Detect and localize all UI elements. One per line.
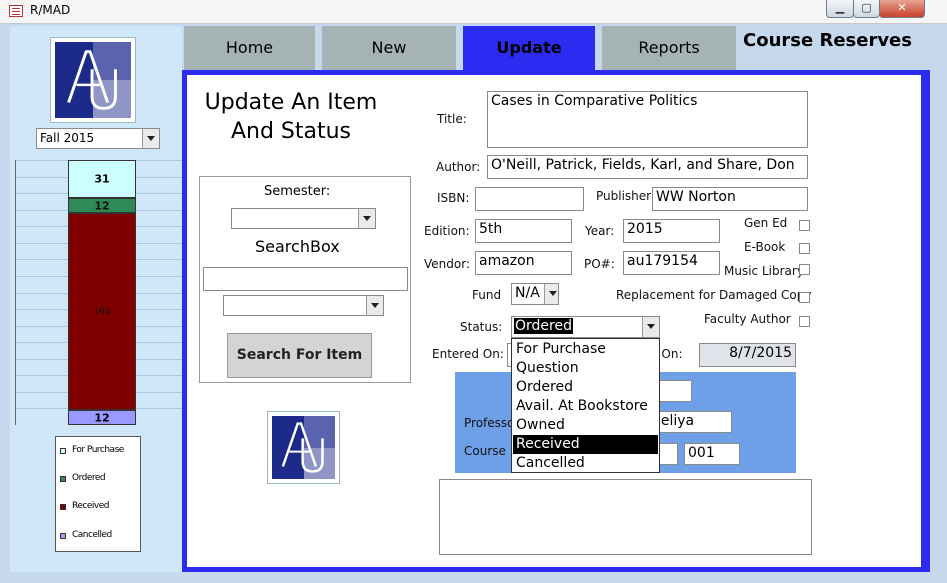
bar-data-label: 31 xyxy=(94,172,110,186)
legend-label: Received xyxy=(72,501,109,511)
publisher-label: Publisher: xyxy=(596,189,655,203)
semester-select-value: Fall 2015 xyxy=(40,131,95,145)
status-option[interactable]: Cancelled xyxy=(513,454,658,473)
legend-swatch xyxy=(60,504,66,510)
legend-swatch xyxy=(60,448,66,454)
bar-segment: 31 xyxy=(68,160,136,199)
updated-on-field: 8/7/2015 xyxy=(699,343,796,367)
tab-new[interactable]: New xyxy=(322,26,456,70)
form-heading: Update An Item And Status xyxy=(204,90,378,144)
bar-data-label: 12 xyxy=(94,199,110,213)
tab-home[interactable]: Home xyxy=(184,26,315,70)
status-option[interactable]: Owned xyxy=(513,416,658,435)
year-field[interactable]: 2015 xyxy=(623,219,720,243)
page-title: Course Reserves xyxy=(743,30,912,51)
bar-data-label: 160 xyxy=(93,306,111,317)
search-semester-select[interactable] xyxy=(231,208,376,229)
bar-data-label: 12 xyxy=(94,411,110,425)
music-library-label: Music Library xyxy=(724,264,804,278)
window-title-bar xyxy=(0,0,947,24)
author-field[interactable]: O'Neill, Patrick, Fields, Karl, and Shar… xyxy=(487,155,808,179)
status-option[interactable]: Received xyxy=(513,435,658,454)
year-label: Year: xyxy=(585,224,615,238)
tab-update[interactable]: Update xyxy=(463,26,595,70)
notes-field[interactable] xyxy=(439,479,812,555)
ebook-label: E-Book xyxy=(744,240,786,254)
tab-reports[interactable]: Reports xyxy=(602,26,736,70)
legend-label: Cancelled xyxy=(72,530,112,540)
window-title: R/MAD xyxy=(30,3,71,17)
status-select-value: Ordered xyxy=(514,318,573,334)
professor-label: Professo xyxy=(464,416,515,430)
chevron-down-icon[interactable] xyxy=(642,317,659,337)
section-field[interactable]: 001 xyxy=(684,443,740,465)
po-number-field[interactable]: au179154 xyxy=(623,251,720,275)
chevron-down-icon[interactable] xyxy=(142,129,159,148)
vendor-field[interactable]: amazon xyxy=(475,251,572,275)
maximize-button[interactable]: ▢ xyxy=(853,0,880,18)
close-button[interactable]: ✕ xyxy=(879,0,925,18)
bar-segment: 160 xyxy=(68,213,136,411)
semester-select[interactable]: Fall 2015 xyxy=(36,128,160,149)
search-input[interactable] xyxy=(203,267,408,291)
university-logo xyxy=(50,37,136,123)
status-option[interactable]: Ordered xyxy=(513,378,658,397)
faculty-author-label: Faculty Author xyxy=(704,312,791,326)
gen-ed-checkbox[interactable] xyxy=(799,220,810,231)
bar-segment: 12 xyxy=(68,410,136,425)
edition-label: Edition: xyxy=(424,224,470,238)
legend-label: For Purchase xyxy=(72,445,124,455)
course-label: Course xyxy=(464,444,506,458)
status-dropdown-list: For Purchase Question Ordered Avail. At Boo… xyxy=(511,338,660,473)
isbn-field[interactable] xyxy=(475,187,584,211)
author-label: Author: xyxy=(436,160,481,174)
vendor-label: Vendor: xyxy=(424,257,470,271)
searchbox-label: SearchBox xyxy=(255,237,340,256)
status-option[interactable]: Question xyxy=(513,359,658,378)
status-option[interactable]: For Purchase xyxy=(513,340,658,359)
fund-label: Fund xyxy=(472,288,502,302)
status-option[interactable]: Avail. At Bookstore xyxy=(513,397,658,416)
po-number-label: PO#: xyxy=(584,257,615,271)
edition-field[interactable]: 5th xyxy=(475,219,572,243)
replacement-label: Replacement for Damaged Copy xyxy=(616,288,812,302)
publisher-field[interactable]: WW Norton xyxy=(652,187,808,211)
legend-swatch xyxy=(60,476,66,482)
professor-field[interactable]: neliya xyxy=(648,411,732,433)
legend-swatch xyxy=(60,533,66,539)
entered-on-label: Entered On: xyxy=(432,347,504,361)
replacement-checkbox[interactable] xyxy=(799,292,810,303)
gen-ed-label: Gen Ed xyxy=(744,216,788,230)
chevron-down-icon[interactable] xyxy=(366,296,383,315)
chevron-down-icon[interactable] xyxy=(544,284,558,304)
app-icon xyxy=(9,5,23,17)
status-stacked-bar-chart: 31 12 160 12 xyxy=(15,160,184,425)
chevron-down-icon[interactable] xyxy=(358,209,375,228)
music-library-checkbox[interactable] xyxy=(799,264,810,275)
fund-select[interactable]: N/A xyxy=(511,283,559,305)
faculty-author-checkbox[interactable] xyxy=(799,316,810,327)
bar-segment: 12 xyxy=(68,198,136,213)
status-select[interactable]: Ordered xyxy=(511,316,660,338)
title-label: Title: xyxy=(437,112,467,126)
ebook-checkbox[interactable] xyxy=(799,243,810,254)
legend-label: Ordered xyxy=(72,473,106,483)
search-for-item-button[interactable]: Search For Item xyxy=(227,333,372,378)
search-results-select[interactable] xyxy=(223,295,384,316)
status-label: Status: xyxy=(460,320,503,334)
isbn-label: ISBN: xyxy=(437,191,470,205)
semester-label: Semester: xyxy=(264,184,331,199)
title-field[interactable]: Cases in Comparative Politics xyxy=(487,91,808,148)
fund-select-value: N/A xyxy=(515,285,540,301)
university-logo xyxy=(267,411,340,484)
chart-legend: For Purchase Ordered Received Cancelled xyxy=(55,436,141,552)
minimize-button[interactable]: ▁ xyxy=(826,0,854,18)
